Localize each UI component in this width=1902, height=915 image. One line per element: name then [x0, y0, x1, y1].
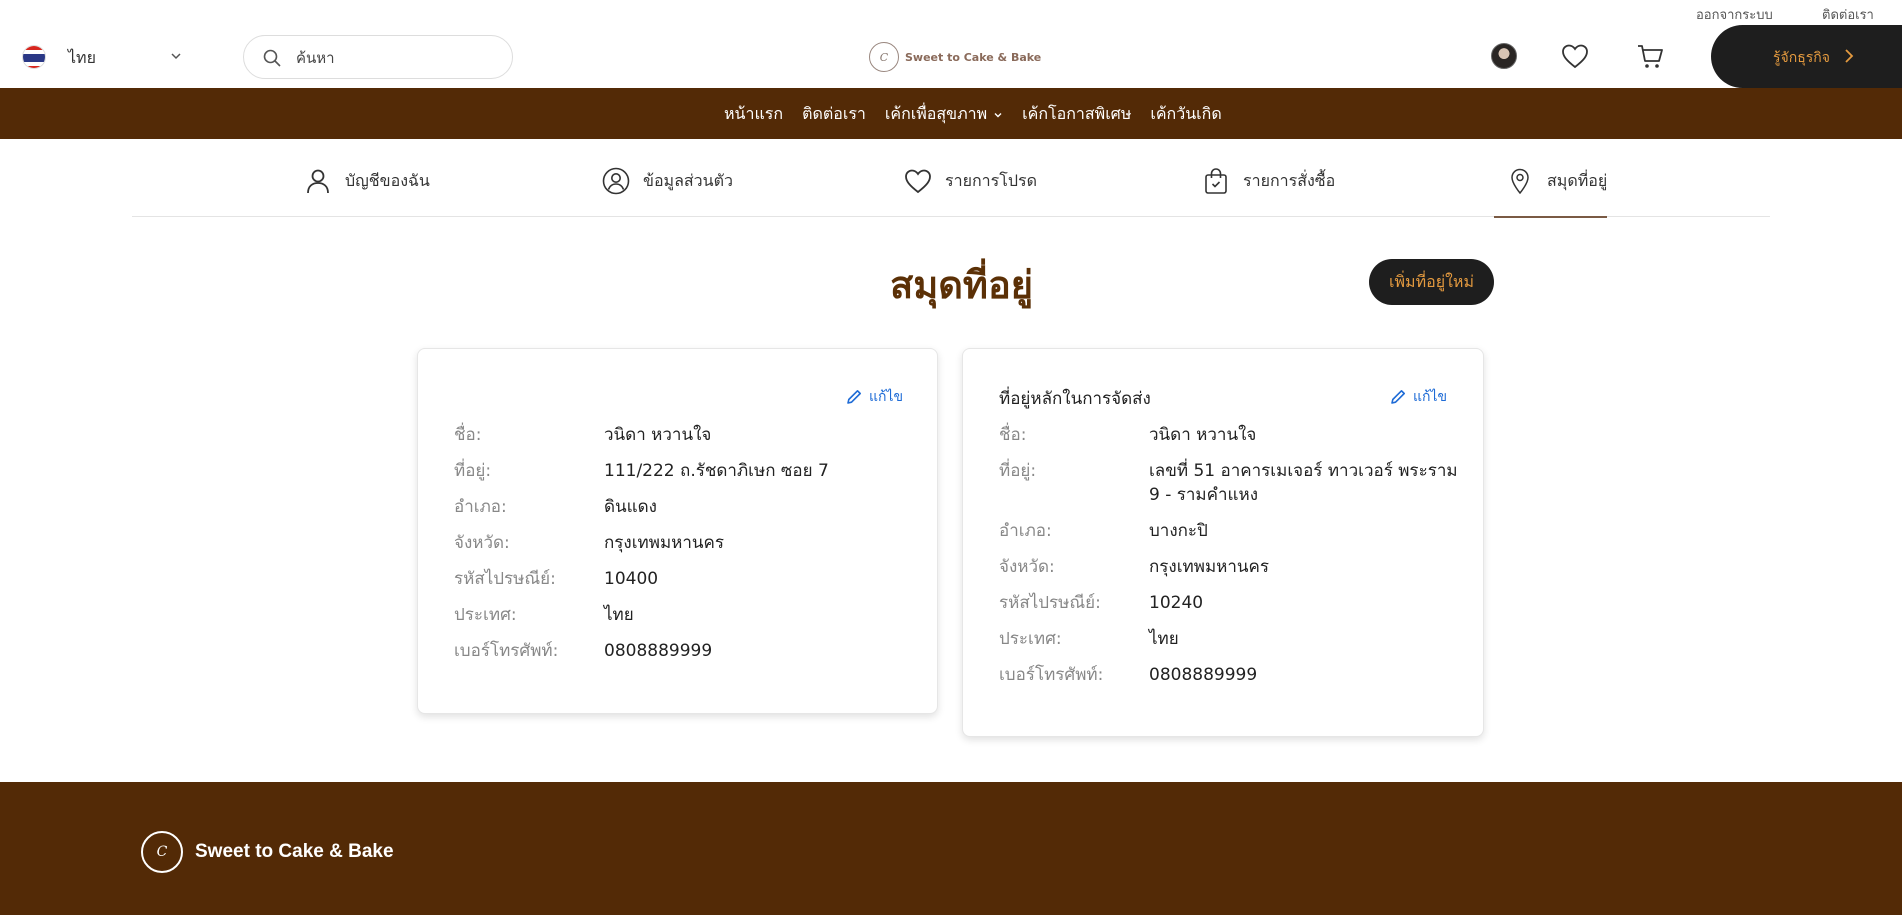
chevron-right-icon	[1845, 49, 1854, 63]
country-value: ไทย	[604, 605, 634, 625]
field-label: รหัสไปรษณีย์:	[999, 593, 1101, 613]
pencil-icon	[1391, 390, 1405, 404]
district-value: บางกะปิ	[1149, 521, 1208, 541]
cart-icon[interactable]	[1636, 42, 1664, 70]
tab-label: บัญชีของฉัน	[345, 170, 430, 190]
chevron-down-icon	[994, 112, 1002, 117]
country-value: ไทย	[1149, 629, 1179, 649]
site-logo[interactable]: C Sweet to Cake & Bake	[869, 42, 1041, 72]
heart-icon	[905, 169, 931, 194]
logo-text: Sweet to Cake & Bake	[905, 50, 1042, 64]
pencil-icon	[847, 390, 861, 404]
search-icon	[263, 49, 281, 67]
tab-address-book[interactable]: สมุดที่อยู่	[1493, 167, 1608, 218]
page-title: สมุดที่อยู่	[890, 263, 1034, 307]
logo-mark-icon: C	[141, 831, 183, 873]
district-row: อำเภอ: ดินแดง	[454, 495, 924, 519]
field-label: เบอร์โทรศัพท์:	[454, 641, 559, 661]
field-label: เบอร์โทรศัพท์:	[999, 665, 1104, 685]
address-row: ที่อยู่: เลขที่ 51 อาคารเมเจอร์ ทาวเวอร์ …	[999, 459, 1469, 507]
province-row: จังหวัด: กรุงเทพมหานคร	[999, 555, 1469, 579]
tab-label: รายการโปรด	[945, 170, 1037, 190]
field-label: ประเทศ:	[454, 605, 517, 625]
phone-value: 0808889999	[604, 641, 713, 661]
tab-my-account[interactable]: บัญชีของฉัน	[304, 167, 430, 195]
field-label: ที่อยู่:	[999, 461, 1037, 481]
main-nav: หน้าแรก ติดต่อเรา เค้กเพื่อสุขภาพ เค้กโอ…	[0, 88, 1902, 139]
add-address-button[interactable]: เพิ่มที่อยู่ใหม่	[1369, 259, 1494, 305]
field-label: อำเภอ:	[454, 497, 507, 517]
name-row: ชื่อ: วนิดา หวานใจ	[999, 423, 1469, 447]
district-value: ดินแดง	[604, 497, 657, 517]
province-value: กรุงเทพมหานคร	[1149, 557, 1270, 577]
search-input[interactable]	[296, 46, 496, 70]
site-footer: C Sweet to Cake & Bake	[0, 782, 1902, 915]
address-card-default: ที่อยู่หลักในการจัดส่ง แก้ไข ชื่อ: วนิดา …	[962, 348, 1484, 737]
logo-mark-icon: C	[869, 42, 899, 72]
profile-icon	[602, 167, 630, 195]
edit-address-button[interactable]: แก้ไข	[845, 386, 903, 408]
field-label: จังหวัด:	[999, 557, 1055, 577]
site-header: ไทย C Sweet to Cake & Bake รู้จักธุรกิจ	[0, 0, 1902, 88]
postal-row: รหัสไปรษณีย์: 10400	[454, 567, 924, 591]
postal-value: 10240	[1149, 593, 1204, 613]
country-row: ประเทศ: ไทย	[999, 627, 1469, 651]
account-tabs: บัญชีของฉัน ข้อมูลส่วนตัว รายการโปรด ราย…	[132, 139, 1770, 218]
tab-label: สมุดที่อยู่	[1547, 170, 1608, 190]
nav-healthy-cakes-label: เค้กเพื่อสุขภาพ	[884, 104, 988, 123]
business-button-label: รู้จักธุรกิจ	[1773, 50, 1830, 66]
province-value: กรุงเทพมหานคร	[604, 533, 725, 553]
tab-orders[interactable]: รายการสั่งซื้อ	[1202, 167, 1335, 195]
location-pin-icon	[1511, 168, 1529, 195]
nav-contact[interactable]: ติดต่อเรา	[802, 102, 866, 127]
edit-address-button[interactable]: แก้ไข	[1389, 386, 1447, 408]
nav-healthy-cakes[interactable]: เค้กเพื่อสุขภาพ	[885, 102, 1003, 127]
language-selector[interactable]: ไทย	[68, 46, 96, 71]
tab-label: รายการสั่งซื้อ	[1243, 170, 1336, 190]
edit-label: แก้ไข	[869, 389, 904, 405]
footer-logo[interactable]: C Sweet to Cake & Bake	[141, 831, 394, 873]
business-button[interactable]: รู้จักธุรกิจ	[1711, 25, 1902, 88]
footer-logo-text: Sweet to Cake & Bake	[195, 841, 394, 862]
search-box[interactable]	[243, 35, 513, 79]
card-heading: ที่อยู่หลักในการจัดส่ง	[999, 389, 1151, 409]
address-value: เลขที่ 51 อาคารเมเจอร์ ทาวเวอร์ พระราม 9…	[1149, 461, 1458, 505]
field-label: ที่อยู่:	[454, 461, 492, 481]
name-value: วนิดา หวานใจ	[1149, 425, 1257, 445]
user-icon	[307, 169, 329, 194]
name-value: วนิดา หวานใจ	[604, 425, 712, 445]
phone-value: 0808889999	[1149, 665, 1258, 685]
tab-favorites[interactable]: รายการโปรด	[904, 167, 1037, 195]
district-row: อำเภอ: บางกะปิ	[999, 519, 1469, 543]
wishlist-heart-icon[interactable]	[1561, 43, 1589, 69]
nav-special-cakes[interactable]: เค้กโอกาสพิเศษ	[1022, 102, 1131, 127]
tab-label: ข้อมูลส่วนตัว	[643, 170, 733, 190]
field-label: ชื่อ:	[999, 425, 1027, 445]
postal-row: รหัสไปรษณีย์: 10240	[999, 591, 1469, 615]
edit-label: แก้ไข	[1413, 389, 1448, 405]
avatar[interactable]	[1491, 43, 1517, 69]
field-label: รหัสไปรษณีย์:	[454, 569, 556, 589]
address-value: 111/222 ถ.รัชดาภิเษก ซอย 7	[604, 461, 829, 481]
nav-home[interactable]: หน้าแรก	[724, 102, 783, 127]
phone-row: เบอร์โทรศัพท์: 0808889999	[999, 663, 1469, 687]
chevron-down-icon[interactable]	[170, 50, 182, 62]
address-card: แก้ไข ชื่อ: วนิดา หวานใจ ที่อยู่: 111/222 …	[417, 348, 938, 714]
field-label: ประเทศ:	[999, 629, 1062, 649]
name-row: ชื่อ: วนิดา หวานใจ	[454, 423, 924, 447]
address-row: ที่อยู่: 111/222 ถ.รัชดาภิเษก ซอย 7	[454, 459, 924, 483]
field-label: ชื่อ:	[454, 425, 482, 445]
shopping-bag-icon	[1205, 168, 1227, 194]
field-label: จังหวัด:	[454, 533, 510, 553]
nav-birthday-cakes[interactable]: เค้กวันเกิด	[1150, 102, 1221, 127]
phone-row: เบอร์โทรศัพท์: 0808889999	[454, 639, 924, 663]
thai-flag-icon[interactable]	[22, 45, 46, 69]
field-label: อำเภอ:	[999, 521, 1052, 541]
postal-value: 10400	[604, 569, 659, 589]
province-row: จังหวัด: กรุงเทพมหานคร	[454, 531, 924, 555]
country-row: ประเทศ: ไทย	[454, 603, 924, 627]
tab-personal-info[interactable]: ข้อมูลส่วนตัว	[602, 167, 733, 195]
